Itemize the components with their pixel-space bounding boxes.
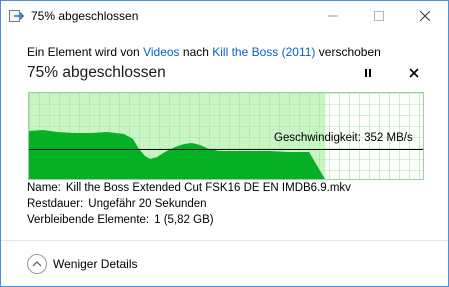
items-remaining-label: Verbleibende Elemente:	[27, 214, 150, 226]
items-remaining-row: Verbleibende Elemente: 1 (5,82 GB)	[27, 214, 214, 226]
window-title: 75% abgeschlossen	[31, 9, 139, 23]
progress-heading: 75% abgeschlossen	[27, 64, 166, 81]
footer-divider	[1, 240, 448, 241]
maximize-icon	[374, 8, 384, 24]
speed-value: 352 MB/s	[364, 132, 413, 144]
file-name-value: Kill the Boss Extended Cut FSK16 DE EN I…	[65, 182, 351, 194]
close-button[interactable]	[402, 1, 448, 31]
operation-suffix: verschoben	[318, 45, 381, 59]
minimize-icon	[328, 8, 338, 24]
file-name-label: Name:	[27, 182, 61, 194]
minimize-button[interactable]	[310, 1, 356, 31]
chevron-up-icon	[27, 254, 47, 274]
items-remaining-value: 1 (5,82 GB)	[154, 214, 214, 226]
file-move-icon	[9, 9, 25, 23]
speed-label: Geschwindigkeit:	[274, 132, 361, 144]
speed-readout: Geschwindigkeit: 352 MB/s	[274, 132, 413, 144]
source-folder-link[interactable]: Videos	[143, 45, 179, 59]
title-bar[interactable]: 75% abgeschlossen	[1, 1, 448, 31]
time-remaining-row: Restdauer: Ungefähr 20 Sekunden	[27, 198, 207, 210]
operation-middle: nach	[182, 45, 209, 59]
pause-icon	[363, 65, 373, 83]
maximize-button[interactable]	[356, 1, 402, 31]
close-icon	[419, 8, 431, 24]
time-remaining-value: Ungefähr 20 Sekunden	[88, 198, 207, 210]
operation-description: Ein Element wird von Videos nach Kill th…	[27, 45, 381, 59]
fewer-details-toggle[interactable]: Weniger Details	[27, 254, 137, 274]
cancel-button[interactable]	[404, 65, 424, 83]
destination-folder-link[interactable]: Kill the Boss (2011)	[212, 45, 315, 59]
operation-prefix: Ein Element wird von	[27, 45, 140, 59]
copy-dialog-window: 75% abgeschlossen Ein Element wird von V…	[0, 0, 449, 287]
pause-button[interactable]	[358, 65, 378, 83]
time-remaining-label: Restdauer:	[27, 198, 84, 210]
fewer-details-label: Weniger Details	[53, 257, 138, 271]
cancel-icon	[409, 65, 419, 83]
file-name-row: Name: Kill the Boss Extended Cut FSK16 DE…	[27, 182, 351, 194]
